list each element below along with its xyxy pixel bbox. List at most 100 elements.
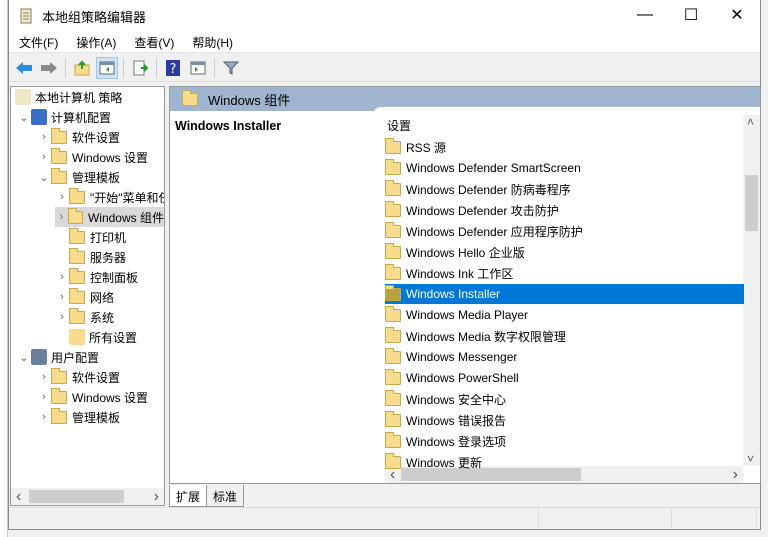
menu-help[interactable]: 帮助(H)	[182, 34, 241, 51]
tree-item[interactable]: 服务器	[55, 247, 126, 267]
chevron-icon[interactable]: ›	[55, 271, 69, 283]
tree-item[interactable]: › "开始"菜单和任务栏	[55, 187, 164, 207]
chevron-icon[interactable]: ⌄	[17, 111, 31, 124]
tab-standard[interactable]: 标准	[206, 485, 245, 507]
setting-item[interactable]: Windows 错误报告	[385, 410, 744, 430]
setting-item-label: RSS 源	[406, 140, 447, 155]
show-action-pane-icon	[190, 61, 206, 74]
setting-item[interactable]: Windows 安全中心	[385, 389, 744, 409]
tree-item[interactable]: › Windows 设置	[37, 387, 148, 407]
up-folder-button[interactable]	[71, 57, 93, 79]
chevron-icon[interactable]: ›	[37, 411, 51, 423]
scroll-down-button[interactable]: ˅	[747, 452, 754, 466]
setting-item[interactable]: Windows Messenger	[385, 347, 744, 367]
tree-item[interactable]: ⌄ 计算机配置	[17, 107, 111, 127]
setting-item[interactable]: Windows Media Player	[385, 305, 744, 325]
chevron-icon[interactable]: ›	[37, 391, 51, 403]
description-title: Windows Installer	[175, 119, 282, 133]
column-header-settings[interactable]: 设置	[387, 117, 411, 134]
chevron-icon[interactable]: ›	[37, 371, 51, 383]
setting-item[interactable]: Windows 更新	[385, 452, 744, 472]
title-bar: 本地组策略编辑器 — ☐ ✕	[9, 0, 760, 32]
chevron-icon[interactable]: ›	[55, 291, 69, 303]
setting-item[interactable]: Windows Defender 防病毒程序	[385, 179, 744, 199]
folder-icon	[385, 431, 401, 448]
tree-item[interactable]: 本地计算机 策略	[15, 87, 122, 107]
scroll-thumb[interactable]	[745, 175, 758, 231]
folder-icon	[51, 127, 67, 144]
tab-extended[interactable]: 扩展	[169, 485, 208, 507]
scroll-left-button[interactable]: ‹	[16, 488, 21, 506]
setting-item[interactable]: Windows Defender 应用程序防护	[385, 221, 744, 241]
tree-item[interactable]: ⌄ 管理模板	[37, 167, 120, 187]
setting-item[interactable]: Windows Defender SmartScreen	[385, 158, 744, 178]
setting-item[interactable]: Windows Media 数字权限管理	[385, 326, 744, 346]
setting-item[interactable]: Windows PowerShell	[385, 368, 744, 388]
maximize-button[interactable]: ☐	[668, 0, 714, 30]
tree-item[interactable]: › 控制面板	[55, 267, 138, 287]
tree-item-label: 服务器	[90, 250, 127, 265]
tree-item-label: 系统	[90, 310, 115, 325]
folder-icon	[51, 147, 67, 164]
tree-item-label: 所有设置	[89, 330, 138, 345]
help-button[interactable]: ?	[162, 57, 184, 79]
menu-file[interactable]: 文件(F)	[9, 34, 66, 51]
close-button[interactable]: ✕	[714, 0, 760, 30]
tree-item[interactable]: 所有设置	[55, 327, 137, 347]
filter-button[interactable]	[220, 57, 242, 79]
setting-item[interactable]: RSS 源	[385, 137, 744, 157]
tree-item[interactable]: › 网络	[55, 287, 114, 307]
tree-item[interactable]: › 系统	[55, 307, 114, 327]
tree-item-label: 用户配置	[51, 350, 100, 365]
list-vertical-scrollbar[interactable]: ˄ ˅	[743, 115, 760, 466]
scroll-thumb[interactable]	[29, 490, 124, 503]
scroll-right-button[interactable]: ›	[154, 488, 159, 506]
forward-button[interactable]	[38, 57, 60, 79]
menu-view[interactable]: 查看(V)	[124, 34, 182, 51]
tree-horizontal-scrollbar[interactable]: ‹ ›	[11, 488, 164, 505]
tree-item[interactable]: › Windows 设置	[37, 147, 148, 167]
menu-action[interactable]: 操作(A)	[66, 34, 124, 51]
setting-item[interactable]: Windows Installer	[385, 284, 744, 304]
chevron-icon[interactable]: ›	[55, 211, 68, 223]
setting-item-label: Windows 登录选项	[406, 434, 507, 449]
tree-item[interactable]: › 管理模板	[37, 407, 120, 427]
setting-item[interactable]: Windows 登录选项	[385, 431, 744, 451]
setting-item-label: Windows Media Player	[406, 308, 529, 322]
export-list-button[interactable]	[129, 57, 151, 79]
tree-item-label: Windows 设置	[72, 150, 149, 165]
chevron-icon[interactable]: ›	[55, 311, 69, 323]
folder-icon	[385, 389, 401, 406]
chevron-icon[interactable]: ›	[37, 131, 51, 143]
setting-item[interactable]: Windows Hello 企业版	[385, 242, 744, 262]
chevron-icon[interactable]: ›	[37, 151, 51, 163]
chevron-icon[interactable]: ›	[55, 191, 69, 203]
chevron-icon[interactable]: ⌄	[17, 351, 31, 364]
chevron-icon[interactable]: ⌄	[37, 171, 51, 184]
show-hide-tree-button[interactable]	[96, 56, 118, 79]
tree-item[interactable]: ⌄ 用户配置	[17, 347, 99, 367]
setting-item[interactable]: Windows Defender 攻击防护	[385, 200, 744, 220]
setting-item-label: Windows 更新	[406, 455, 483, 470]
tree-item-label: 管理模板	[72, 170, 121, 185]
minimize-button[interactable]: —	[622, 0, 668, 30]
tree-item[interactable]: › Windows 组件	[55, 207, 164, 227]
back-button[interactable]	[13, 57, 35, 79]
setting-item-label: Windows Ink 工作区	[406, 266, 514, 281]
scroll-up-button[interactable]: ˄	[747, 115, 754, 129]
tree-item[interactable]: › 软件设置	[37, 367, 120, 387]
setting-item-label: Windows 安全中心	[406, 392, 507, 407]
setting-item-label: Windows Defender 防病毒程序	[406, 182, 571, 197]
tree-item-label: 软件设置	[72, 370, 121, 385]
view-tabs: 扩展 标准	[169, 485, 245, 507]
folder-icon	[385, 242, 401, 259]
toolbar-separator	[214, 57, 215, 78]
folder-icon	[385, 263, 401, 280]
setting-item-label: Windows Installer	[406, 287, 501, 301]
show-action-pane-button[interactable]	[187, 57, 209, 79]
tree-item[interactable]: › 软件设置	[37, 127, 120, 147]
folder-icon	[51, 387, 67, 404]
tree-item[interactable]: 打印机	[55, 227, 126, 247]
setting-item[interactable]: Windows Ink 工作区	[385, 263, 744, 283]
status-section	[9, 508, 539, 529]
